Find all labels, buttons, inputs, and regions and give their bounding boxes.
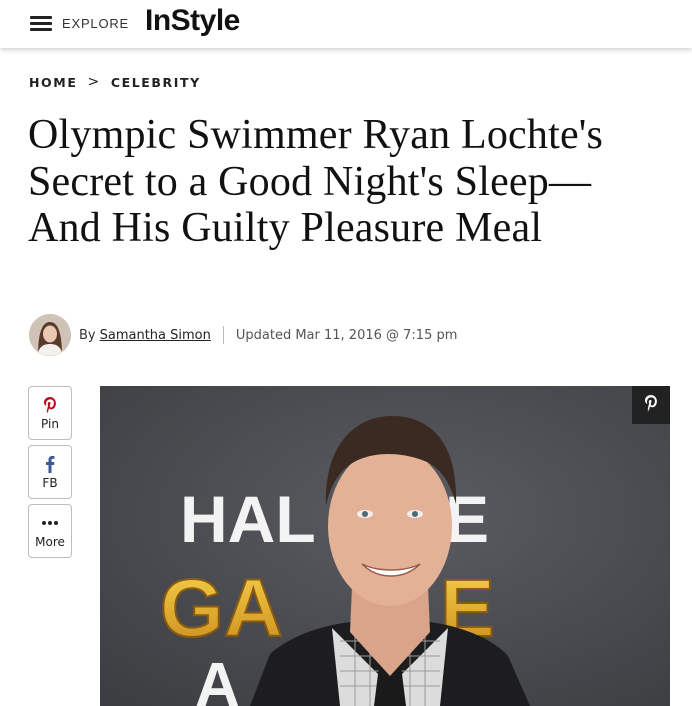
share-pin-label: Pin — [41, 417, 59, 431]
byline: By Samantha Simon Updated Mar 11, 2016 @… — [29, 314, 457, 356]
share-more-button[interactable]: More — [28, 504, 72, 558]
facebook-icon — [45, 454, 55, 474]
breadcrumb-separator: > — [87, 74, 101, 90]
hero-image: HAL E GA E A — [100, 386, 670, 706]
hamburger-icon — [30, 15, 52, 31]
share-pin-button[interactable]: Pin — [28, 386, 72, 440]
byline-prefix: By — [79, 327, 96, 343]
site-header: EXPLORE InStyle — [0, 0, 692, 48]
author-avatar[interactable] — [29, 314, 71, 356]
author-link[interactable]: Samantha Simon — [100, 328, 211, 343]
breadcrumb-home[interactable]: HOME — [29, 75, 77, 90]
breadcrumb-celebrity[interactable]: CELEBRITY — [111, 75, 201, 90]
breadcrumb: HOME > CELEBRITY — [29, 74, 201, 90]
share-facebook-label: FB — [42, 476, 58, 490]
pinterest-icon — [43, 395, 57, 415]
backdrop-text-line2: GA — [160, 563, 283, 654]
updated-timestamp: Updated Mar 11, 2016 @ 7:15 pm — [235, 327, 458, 343]
explore-menu-button[interactable]: EXPLORE — [30, 13, 129, 33]
more-dots-icon — [41, 513, 59, 533]
byline-divider — [222, 326, 224, 344]
share-facebook-button[interactable]: FB — [28, 445, 72, 499]
share-more-label: More — [35, 535, 65, 549]
hero-illustration: HAL E GA E A — [100, 386, 670, 706]
backdrop-text-line3: A — [195, 651, 240, 706]
instyle-logo[interactable]: InStyle — [145, 4, 240, 38]
backdrop-text-line1: HAL — [180, 482, 316, 556]
article-title: Olympic Swimmer Ryan Lochte's Secret to … — [28, 112, 604, 251]
hero-pin-button[interactable] — [632, 386, 670, 424]
explore-label: EXPLORE — [62, 15, 130, 31]
pinterest-icon — [644, 394, 658, 417]
